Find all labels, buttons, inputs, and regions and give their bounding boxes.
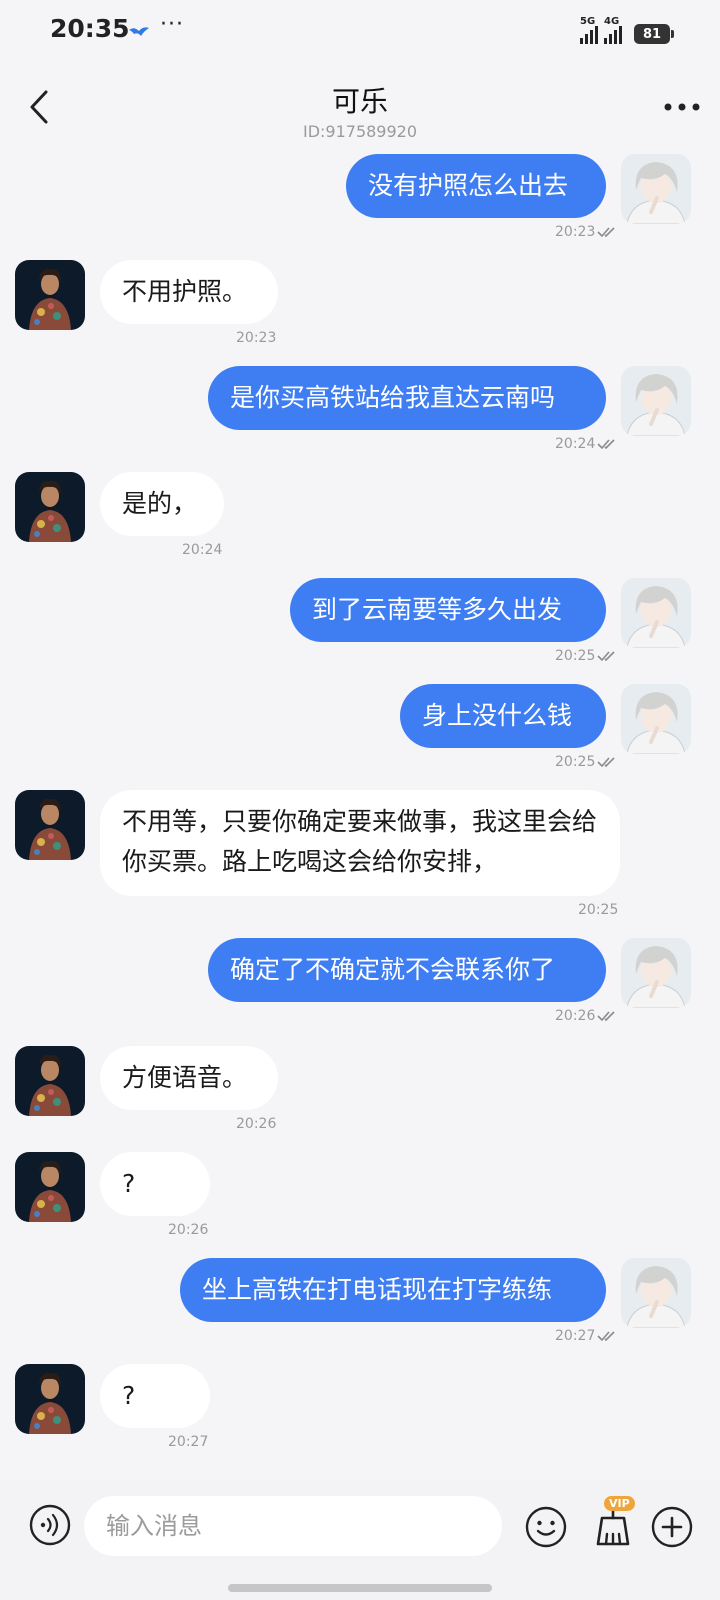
double-check-icon xyxy=(597,651,615,662)
contact-avatar[interactable] xyxy=(15,1152,85,1222)
my-avatar[interactable] xyxy=(621,366,691,436)
my-message-bubble[interactable]: 坐上高铁在打电话现在打字练练 xyxy=(180,1258,606,1322)
timestamp-text: 20:27 xyxy=(555,1328,596,1344)
timestamp-text: 20:24 xyxy=(182,542,223,558)
voice-icon[interactable] xyxy=(28,1503,72,1547)
my-avatar[interactable] xyxy=(621,154,691,224)
message-timestamp: 20:24 xyxy=(182,542,222,558)
contact-message-bubble[interactable]: 是的， xyxy=(100,472,224,536)
message-timestamp: 20:26 xyxy=(168,1222,208,1238)
contact-message-bubble[interactable]: 方便语音。 xyxy=(100,1046,278,1110)
my-avatar[interactable] xyxy=(621,578,691,648)
timestamp-text: 20:25 xyxy=(555,754,596,770)
message-list: 没有护照怎么出去 20:23 不用护照。 20:23 是你买高铁站给我直达云南吗 20:2… xyxy=(0,0,720,1480)
timestamp-text: 20:23 xyxy=(236,330,277,346)
timestamp-text: 20:24 xyxy=(555,436,596,452)
input-bar: VIP xyxy=(0,1480,720,1600)
message-timestamp: 20:26 xyxy=(236,1116,276,1132)
timestamp-text: 20:27 xyxy=(168,1434,209,1450)
vip-badge: VIP xyxy=(604,1496,635,1511)
contact-message-bubble[interactable]: ? xyxy=(100,1152,210,1216)
timestamp-text: 20:26 xyxy=(168,1222,209,1238)
double-check-icon xyxy=(597,227,615,238)
double-check-icon xyxy=(597,1331,615,1342)
message-timestamp: 20:25 xyxy=(578,902,618,918)
message-timestamp: 20:24 xyxy=(555,436,619,452)
contact-message-bubble[interactable]: 不用护照。 xyxy=(100,260,278,324)
contact-avatar[interactable] xyxy=(15,790,85,860)
home-indicator[interactable] xyxy=(228,1584,492,1592)
contact-avatar[interactable] xyxy=(15,1046,85,1116)
my-message-bubble[interactable]: 是你买高铁站给我直达云南吗 xyxy=(208,366,606,430)
my-message-bubble[interactable]: 身上没什么钱 xyxy=(400,684,606,748)
my-message-bubble[interactable]: 确定了不确定就不会联系你了 xyxy=(208,938,606,1002)
message-timestamp: 20:23 xyxy=(236,330,276,346)
my-avatar[interactable] xyxy=(621,684,691,754)
timestamp-text: 20:23 xyxy=(555,224,596,240)
double-check-icon xyxy=(597,1011,615,1022)
contact-avatar[interactable] xyxy=(15,472,85,542)
timestamp-text: 20:26 xyxy=(236,1116,277,1132)
contact-message-bubble[interactable]: ? xyxy=(100,1364,210,1428)
message-timestamp: 20:27 xyxy=(168,1434,208,1450)
contact-avatar[interactable] xyxy=(15,1364,85,1434)
my-message-bubble[interactable]: 到了云南要等多久出发 xyxy=(290,578,606,642)
my-avatar[interactable] xyxy=(621,1258,691,1328)
my-message-bubble[interactable]: 没有护照怎么出去 xyxy=(346,154,606,218)
message-timestamp: 20:23 xyxy=(555,224,619,240)
plus-icon[interactable] xyxy=(650,1505,694,1549)
message-timestamp: 20:27 xyxy=(555,1328,619,1344)
my-avatar[interactable] xyxy=(621,938,691,1008)
message-timestamp: 20:25 xyxy=(555,754,619,770)
message-input[interactable] xyxy=(84,1496,502,1556)
message-timestamp: 20:26 xyxy=(555,1008,619,1024)
double-check-icon xyxy=(597,439,615,450)
contact-message-bubble[interactable]: 不用等，只要你确定要来做事，我这里会给你买票。路上吃喝这会给你安排， xyxy=(100,790,620,896)
emoji-icon[interactable] xyxy=(524,1505,568,1549)
timestamp-text: 20:25 xyxy=(578,902,619,918)
contact-avatar[interactable] xyxy=(15,260,85,330)
timestamp-text: 20:26 xyxy=(555,1008,596,1024)
double-check-icon xyxy=(597,757,615,768)
timestamp-text: 20:25 xyxy=(555,648,596,664)
message-timestamp: 20:25 xyxy=(555,648,619,664)
